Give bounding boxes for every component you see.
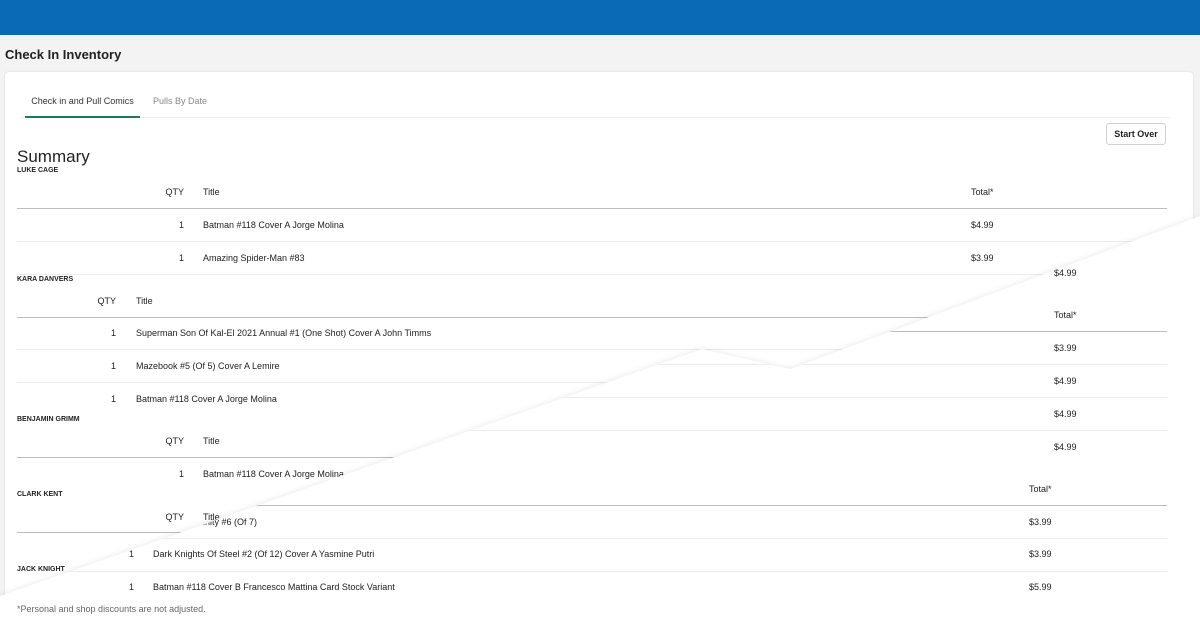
row-title: Mazebook #5 (Of 5) Cover A Lemire [136,361,280,371]
row-divider [17,241,1167,242]
row-qty: 1 [110,328,116,338]
row-qty: 1 [178,469,184,479]
row-qty: 1 [178,220,184,230]
qty-column-header: QTY [165,187,184,197]
title-column-header: Title [136,296,153,306]
customer-name: JACK KNIGHT [17,566,65,573]
table-divider [17,208,1167,209]
row-title: Batman #118 Cover A Jorge Molina [203,220,344,230]
row-qty: 1 [110,361,116,371]
row-qty: 1 [178,253,184,263]
qty-column-header: QTY [97,296,116,306]
row-qty: 1 [110,394,116,404]
row-total: $4.99 [971,220,994,230]
row-title: Batman #118 Cover A Jorge Molina [136,394,277,404]
title-column-header: Title [203,436,220,446]
qty-column-header: QTY [165,512,184,522]
customer-name: CLARK KENT [17,491,63,498]
row-total: $3.99 [971,253,994,263]
qty-column-header: QTY [165,436,184,446]
total-column-header: Total* [971,187,994,197]
customer-name: BENJAMIN GRIMM [17,416,80,423]
title-column-header: Title [203,187,220,197]
customer-name: LUKE CAGE [17,167,59,174]
row-title: Superman Son Of Kal-El 2021 Annual #1 (O… [136,328,432,338]
row-title: Batman #118 Cover A Jorge Molina [203,469,344,479]
row-title: Amazing Spider-Man #83 [203,253,305,263]
customer-name: KARA DANVERS [17,276,74,283]
row-divider [17,274,1167,275]
